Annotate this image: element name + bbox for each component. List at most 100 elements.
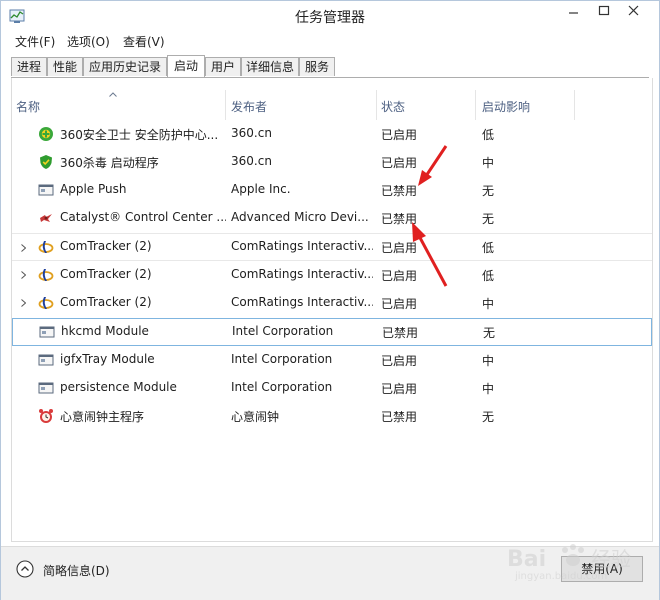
column-header-status[interactable]: 状态 [381, 98, 405, 115]
row-publisher: ComRatings Interactiv... [231, 239, 373, 253]
row-name: Apple Push [60, 182, 127, 196]
row-impact: 中 [482, 156, 495, 170]
menu-view[interactable]: 查看(V) [123, 33, 165, 50]
collapse-up-icon[interactable] [16, 560, 34, 578]
watermark-text: Bai [507, 547, 546, 572]
comtracker-icon [38, 241, 54, 253]
amd-catalyst-icon [40, 214, 52, 222]
tab-processes[interactable]: 进程 [11, 57, 47, 76]
row-impact: 无 [482, 212, 495, 226]
table-row[interactable]: persistence Module Intel Corporation 已启用… [12, 374, 652, 402]
minimize-button[interactable] [559, 1, 589, 23]
column-headers: 名称 发布者 状态 启动影响 [12, 78, 652, 120]
table-row-selected[interactable]: hkcmd Module Intel Corporation 已禁用 无 [12, 318, 652, 346]
tab-users[interactable]: 用户 [205, 57, 241, 76]
table-row[interactable]: ComTracker (2) ComRatings Interactiv... … [12, 233, 652, 261]
row-publisher: 心意闹钟 [231, 410, 280, 424]
tab-app-history[interactable]: 应用历史记录 [83, 57, 167, 76]
360-safe-icon [39, 127, 53, 141]
menu-options[interactable]: 选项(O) [67, 33, 110, 50]
row-name: hkcmd Module [61, 324, 149, 338]
row-impact: 无 [482, 410, 495, 424]
program-icon [38, 354, 54, 366]
table-row[interactable]: ComTracker (2) ComRatings Interactiv... … [12, 261, 652, 289]
tab-details[interactable]: 详细信息 [241, 57, 299, 76]
baidu-watermark-logo: Bai 经验 jingyan.baidu.com [507, 544, 631, 582]
program-icon [38, 382, 54, 394]
table-row[interactable]: Catalyst® Control Center ... Advanced Mi… [12, 204, 652, 232]
row-impact: 低 [482, 241, 495, 255]
row-impact: 中 [482, 354, 495, 368]
menu-file[interactable]: 文件(F) [15, 33, 55, 50]
tab-startup[interactable]: 启动 [167, 55, 205, 77]
row-publisher: 360.cn [231, 126, 272, 140]
row-publisher: Intel Corporation [232, 324, 334, 338]
row-impact: 中 [482, 297, 495, 311]
program-icon [39, 326, 55, 338]
startup-list-panel: 名称 发布者 状态 启动影响 360安全卫士 安全防护中心... 360.cn … [11, 78, 653, 542]
minimize-icon [569, 12, 578, 14]
row-name: persistence Module [60, 380, 177, 394]
tab-performance[interactable]: 性能 [47, 57, 83, 76]
row-impact: 低 [482, 269, 495, 283]
row-status: 已启用 [381, 297, 418, 311]
alarm-clock-icon [39, 409, 53, 423]
title-bar: 任务管理器 [1, 1, 659, 31]
program-icon [38, 184, 54, 196]
row-impact: 无 [483, 326, 496, 340]
comtracker-icon [38, 269, 54, 281]
column-header-publisher[interactable]: 发布者 [231, 98, 267, 115]
row-publisher: Apple Inc. [231, 182, 291, 196]
row-status: 已禁用 [382, 326, 419, 340]
row-status: 已启用 [381, 354, 418, 368]
tab-services[interactable]: 服务 [299, 57, 335, 76]
row-name: igfxTray Module [60, 352, 155, 366]
column-divider[interactable] [225, 90, 226, 120]
table-row[interactable]: 心意闹钟主程序 心意闹钟 已禁用 无 [12, 402, 652, 430]
row-name: ComTracker (2) [60, 295, 152, 309]
tab-bar: 进程 性能 应用历史记录 启动 用户 详细信息 服务 [11, 55, 649, 78]
expand-chevron-icon[interactable] [21, 299, 26, 307]
table-row[interactable]: igfxTray Module Intel Corporation 已启用 中 [12, 346, 652, 374]
maximize-button[interactable] [589, 1, 619, 23]
table-row[interactable]: Apple Push Apple Inc. 已禁用 无 [12, 176, 652, 204]
column-divider[interactable] [376, 90, 377, 120]
row-name: ComTracker (2) [60, 239, 152, 253]
fewer-details-link[interactable]: 简略信息(D) [43, 562, 110, 579]
row-publisher: 360.cn [231, 154, 272, 168]
row-status: 已禁用 [381, 212, 418, 226]
row-publisher: Intel Corporation [231, 380, 333, 394]
expand-chevron-icon[interactable] [21, 271, 26, 279]
close-button[interactable] [619, 1, 649, 23]
row-status: 已启用 [381, 382, 418, 396]
task-manager-window: 任务管理器 文件(F) 选项(O) 查看(V) 进程 性能 应用历史记录 启动 … [0, 0, 660, 600]
watermark-text-2: 经验 [591, 547, 631, 571]
table-row[interactable]: 360安全卫士 安全防护中心... 360.cn 已启用 低 [12, 120, 652, 148]
column-header-impact[interactable]: 启动影响 [482, 98, 530, 115]
column-header-name[interactable]: 名称 [16, 98, 40, 115]
row-status: 已禁用 [381, 410, 418, 424]
close-icon [628, 5, 639, 16]
row-status: 已启用 [381, 156, 418, 170]
table-row[interactable]: ComTracker (2) ComRatings Interactiv... … [12, 289, 652, 317]
expand-chevron-icon[interactable] [21, 244, 26, 252]
column-divider[interactable] [475, 90, 476, 120]
row-status: 已启用 [381, 269, 418, 283]
row-name: 心意闹钟主程序 [60, 410, 145, 424]
maximize-icon [598, 5, 610, 16]
360-antivirus-icon [40, 155, 52, 169]
row-impact: 低 [482, 128, 495, 142]
row-status: 已启用 [381, 128, 418, 142]
menu-bar: 文件(F) 选项(O) 查看(V) [1, 31, 659, 51]
row-publisher: Intel Corporation [231, 352, 333, 366]
row-status: 已启用 [381, 241, 418, 255]
row-name: 360安全卫士 安全防护中心... [60, 128, 219, 142]
row-publisher: ComRatings Interactiv... [231, 267, 373, 281]
row-publisher: ComRatings Interactiv... [231, 295, 373, 309]
row-impact: 无 [482, 184, 495, 198]
row-publisher: Advanced Micro Devi... [231, 210, 369, 224]
column-divider[interactable] [574, 90, 575, 120]
table-row[interactable]: 360杀毒 启动程序 360.cn 已启用 中 [12, 148, 652, 176]
row-name: 360杀毒 启动程序 [60, 156, 159, 170]
row-status: 已禁用 [381, 184, 418, 198]
